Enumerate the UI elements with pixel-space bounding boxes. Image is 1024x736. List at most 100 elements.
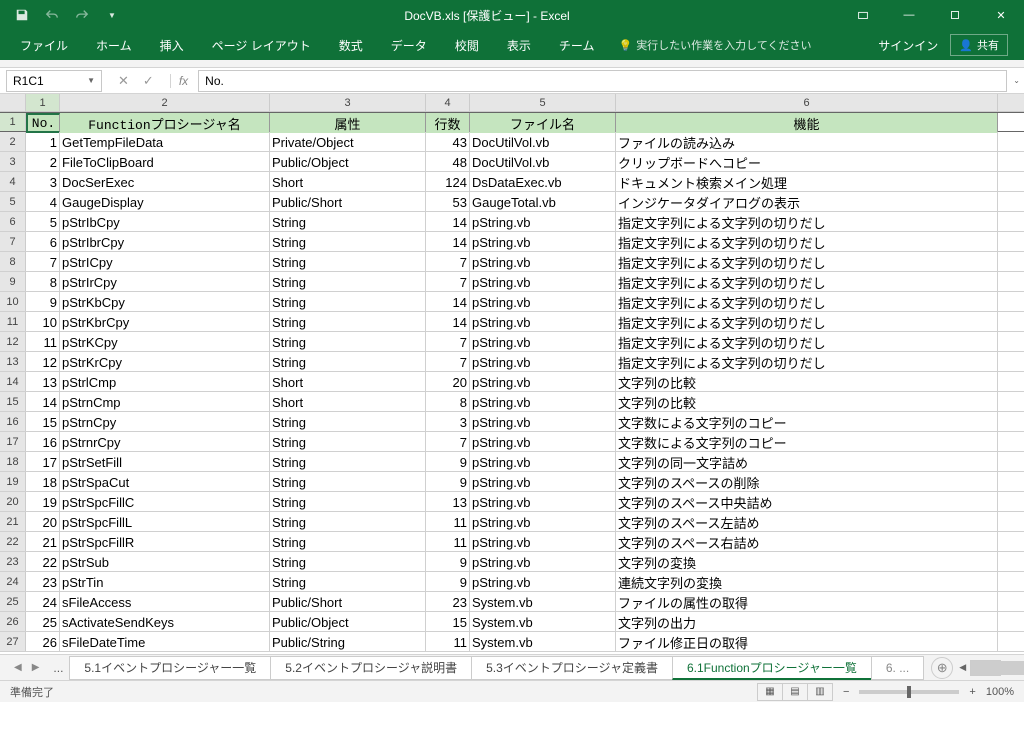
- horizontal-scrollbar[interactable]: [970, 660, 1001, 676]
- cell[interactable]: 10: [26, 312, 60, 332]
- undo-icon[interactable]: [38, 3, 66, 27]
- cell[interactable]: 7: [26, 252, 60, 272]
- row-header[interactable]: 18: [0, 452, 26, 471]
- sheet-tab[interactable]: 5.1イベントプロシージャー一覧: [69, 656, 271, 680]
- ribbon-tab[interactable]: ファイル: [6, 30, 82, 60]
- cell[interactable]: 5: [26, 212, 60, 232]
- cell[interactable]: pString.vb: [470, 232, 616, 252]
- cell[interactable]: 9: [426, 552, 470, 572]
- cell[interactable]: 3: [26, 172, 60, 192]
- cell[interactable]: pString.vb: [470, 432, 616, 452]
- cell[interactable]: ファイル修正日の取得: [616, 632, 998, 652]
- cell[interactable]: pStrIrCpy: [60, 272, 270, 292]
- cell[interactable]: pStrKbrCpy: [60, 312, 270, 332]
- cell[interactable]: pStrKrCpy: [60, 352, 270, 372]
- cell[interactable]: 14: [426, 212, 470, 232]
- row-header[interactable]: 14: [0, 372, 26, 391]
- cell[interactable]: Public/Short: [270, 192, 426, 212]
- column-header[interactable]: 5: [470, 94, 616, 111]
- cell[interactable]: 17: [26, 452, 60, 472]
- ribbon-tab[interactable]: チーム: [545, 30, 609, 60]
- row-header[interactable]: 25: [0, 592, 26, 611]
- sheet-nav-next-icon[interactable]: ▶: [32, 662, 40, 673]
- cell[interactable]: System.vb: [470, 632, 616, 652]
- cell[interactable]: Public/Object: [270, 152, 426, 172]
- cell[interactable]: Short: [270, 392, 426, 412]
- cell[interactable]: 7: [426, 332, 470, 352]
- cell[interactable]: 48: [426, 152, 470, 172]
- cell[interactable]: pString.vb: [470, 292, 616, 312]
- row-header[interactable]: 20: [0, 492, 26, 511]
- cell[interactable]: 文字列の出力: [616, 612, 998, 632]
- cell[interactable]: pString.vb: [470, 532, 616, 552]
- cell[interactable]: 53: [426, 192, 470, 212]
- cell[interactable]: System.vb: [470, 592, 616, 612]
- ribbon-options-icon[interactable]: [840, 0, 886, 30]
- cell[interactable]: DsDataExec.vb: [470, 172, 616, 192]
- column-header[interactable]: 2: [60, 94, 270, 111]
- cell[interactable]: String: [270, 432, 426, 452]
- cell[interactable]: String: [270, 292, 426, 312]
- cell[interactable]: ファイルの読み込み: [616, 132, 998, 152]
- save-icon[interactable]: [8, 3, 36, 27]
- cell[interactable]: pStrSpcFillL: [60, 512, 270, 532]
- qat-dropdown-icon[interactable]: ▼: [98, 3, 126, 27]
- sheet-tab-truncated[interactable]: 6. ...: [871, 656, 924, 680]
- cell[interactable]: 14: [426, 232, 470, 252]
- cell[interactable]: 13: [26, 372, 60, 392]
- cell[interactable]: sActivateSendKeys: [60, 612, 270, 632]
- cell[interactable]: pString.vb: [470, 392, 616, 412]
- cell[interactable]: Public/String: [270, 632, 426, 652]
- cell[interactable]: 3: [426, 412, 470, 432]
- row-header[interactable]: 21: [0, 512, 26, 531]
- cell[interactable]: 8: [426, 392, 470, 412]
- chevron-down-icon[interactable]: ▼: [87, 76, 95, 85]
- view-normal-button[interactable]: ▦: [757, 683, 783, 701]
- cell[interactable]: FileToClipBoard: [60, 152, 270, 172]
- sheet-overflow-left[interactable]: ...: [47, 661, 69, 675]
- cell[interactable]: pString.vb: [470, 272, 616, 292]
- add-sheet-button[interactable]: ⊕: [931, 657, 953, 679]
- cell[interactable]: 124: [426, 172, 470, 192]
- cell[interactable]: 9: [426, 452, 470, 472]
- cell[interactable]: pString.vb: [470, 492, 616, 512]
- row-header[interactable]: 8: [0, 252, 26, 271]
- cell[interactable]: 9: [26, 292, 60, 312]
- cell[interactable]: String: [270, 332, 426, 352]
- row-header[interactable]: 12: [0, 332, 26, 351]
- row-header[interactable]: 5: [0, 192, 26, 211]
- cell[interactable]: DocUtilVol.vb: [470, 132, 616, 152]
- cell[interactable]: 7: [426, 272, 470, 292]
- row-header[interactable]: 10: [0, 292, 26, 311]
- row-header[interactable]: 6: [0, 212, 26, 231]
- zoom-level[interactable]: 100%: [986, 686, 1014, 698]
- cell[interactable]: pString.vb: [470, 312, 616, 332]
- cell[interactable]: pStrSetFill: [60, 452, 270, 472]
- row-header[interactable]: 11: [0, 312, 26, 331]
- cell[interactable]: インジケータダイアログの表示: [616, 192, 998, 212]
- cell[interactable]: ドキュメント検索メイン処理: [616, 172, 998, 192]
- row-header[interactable]: 16: [0, 412, 26, 431]
- ribbon-tab[interactable]: 表示: [493, 30, 545, 60]
- cell[interactable]: 24: [26, 592, 60, 612]
- cell[interactable]: String: [270, 572, 426, 592]
- cell[interactable]: pStrSub: [60, 552, 270, 572]
- cell[interactable]: String: [270, 212, 426, 232]
- cell[interactable]: String: [270, 472, 426, 492]
- cell[interactable]: DocSerExec: [60, 172, 270, 192]
- cell[interactable]: 25: [26, 612, 60, 632]
- formula-expand-icon[interactable]: ⌄: [1013, 76, 1024, 85]
- header-cell[interactable]: 機能: [616, 113, 998, 133]
- signin-link[interactable]: サインイン: [878, 37, 938, 54]
- cell[interactable]: String: [270, 232, 426, 252]
- cell[interactable]: GaugeTotal.vb: [470, 192, 616, 212]
- cell[interactable]: 文字列のスペース中央詰め: [616, 492, 998, 512]
- cell[interactable]: 11: [426, 632, 470, 652]
- tell-me-search[interactable]: 💡実行したい作業を入力してください: [608, 37, 821, 53]
- cell[interactable]: クリップボードへコピー: [616, 152, 998, 172]
- cell[interactable]: pString.vb: [470, 372, 616, 392]
- cell[interactable]: Public/Short: [270, 592, 426, 612]
- header-cell[interactable]: 行数: [426, 113, 470, 133]
- cell[interactable]: System.vb: [470, 612, 616, 632]
- sheet-nav-prev-icon[interactable]: ◀: [14, 662, 22, 673]
